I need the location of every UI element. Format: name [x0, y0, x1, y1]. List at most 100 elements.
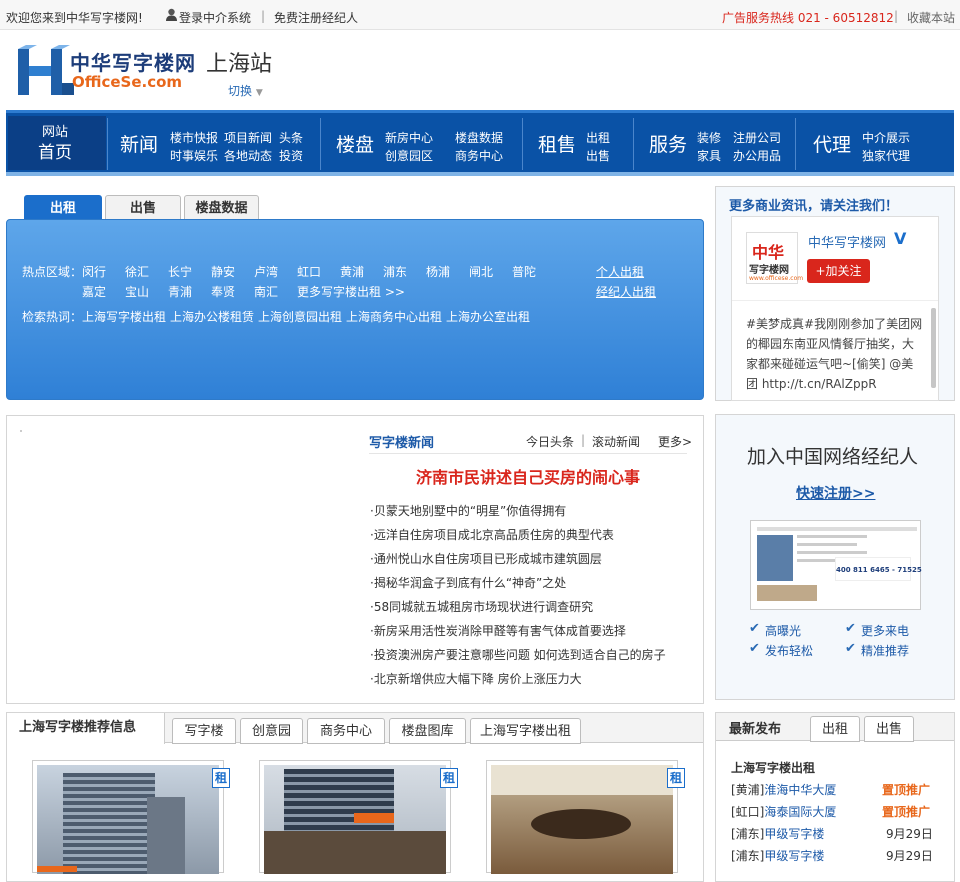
district-link[interactable]: 普陀 [512, 263, 536, 280]
follow-button[interactable]: +加关注 [807, 259, 870, 283]
latest-tab-rent[interactable]: 出租 [810, 716, 860, 742]
nav-property-link[interactable]: 楼盘数据 [455, 129, 503, 146]
user-icon [165, 8, 177, 21]
weibo-avatar[interactable]: 中华 写字楼网 www.officese.com [746, 232, 803, 284]
nav-divider [320, 118, 321, 170]
district-link[interactable]: 黄浦 [340, 263, 364, 280]
district-link[interactable]: 闸北 [469, 263, 493, 280]
district-link[interactable]: 嘉定 [82, 283, 106, 300]
nav-news-link[interactable]: 各地动态 [224, 147, 272, 164]
nav-service-link[interactable]: 注册公司 [733, 129, 781, 146]
nav-news-link[interactable]: 头条 [279, 129, 303, 146]
hot-keyword-link[interactable]: 上海创意园出租 [258, 308, 342, 325]
district-link[interactable]: 宝山 [125, 283, 149, 300]
nav-news[interactable]: 新闻 [120, 130, 158, 157]
district-link[interactable]: 长宁 [168, 263, 192, 280]
latest-name[interactable]: 淮海中华大厦 [764, 783, 836, 797]
latest-row[interactable]: [黄浦]淮海中华大厦 [731, 781, 836, 798]
latest-tab-sale[interactable]: 出售 [864, 716, 914, 742]
hot-keyword-link[interactable]: 上海办公室出租 [446, 308, 530, 325]
bookmark-link[interactable]: 收藏本站 [907, 9, 955, 26]
news-item[interactable]: ·贝蒙天地别墅中的“明星”你值得拥有 [370, 502, 566, 519]
latest-name[interactable]: 甲级写字楼 [764, 849, 824, 863]
city-switch-label[interactable]: 切换 [228, 84, 252, 98]
latest-row[interactable]: [虹口]海泰国际大厦 [731, 803, 836, 820]
nav-divider [522, 118, 523, 170]
listing-photo[interactable] [486, 760, 678, 874]
news-headline[interactable]: 济南市民讲述自己买房的闹心事 [416, 464, 640, 488]
more-rent-link[interactable]: 更多写字楼出租 >> [297, 283, 405, 300]
latest-name[interactable]: 海泰国际大厦 [764, 805, 836, 819]
nav-agent-link[interactable]: 独家代理 [862, 147, 910, 164]
nav-news-link[interactable]: 楼市快报 [170, 129, 218, 146]
agent-login-link[interactable]: 登录中介系统 [179, 9, 251, 26]
district-link[interactable]: 卢湾 [254, 263, 278, 280]
nav-service-link[interactable]: 办公用品 [733, 147, 781, 164]
district-link[interactable]: 杨浦 [426, 263, 450, 280]
divider [369, 453, 687, 454]
news-item[interactable]: ·揭秘华润盒子到底有什么“神奇”之处 [370, 574, 566, 591]
district-link[interactable]: 南汇 [254, 283, 278, 300]
nav-service-link[interactable]: 家具 [697, 147, 721, 164]
nav-service-link[interactable]: 装修 [697, 129, 721, 146]
hot-keyword-link[interactable]: 上海办公楼租赁 [170, 308, 254, 325]
news-item[interactable]: ·投资澳洲房产要注意哪些问题 如何选到适合自己的房子 [370, 646, 666, 663]
recommend-tab[interactable]: 商务中心 [307, 718, 385, 744]
recommend-tab[interactable]: 楼盘图库 [389, 718, 466, 744]
nav-home[interactable]: 网站 首页 [8, 116, 106, 170]
news-item[interactable]: ·北京新增供应大幅下降 房价上涨压力大 [370, 670, 582, 687]
weibo-scrollbar[interactable] [931, 308, 936, 388]
register-agent-link[interactable]: 免费注册经纪人 [274, 9, 358, 26]
tab-property-data[interactable]: 楼盘数据 [184, 195, 259, 221]
nav-rent[interactable]: 租售 [538, 130, 576, 157]
recommend-title: 上海写字楼推荐信息 [7, 713, 165, 744]
news-item[interactable]: ·远洋自住房项目成北京高品质住房的典型代表 [370, 526, 614, 543]
district-link[interactable]: 青浦 [168, 283, 192, 300]
hot-keyword-link[interactable]: 上海商务中心出租 [346, 308, 442, 325]
news-item[interactable]: ·通州悦山水自住房项目已形成城市建筑圆层 [370, 550, 602, 567]
quick-register-link[interactable]: 快速注册>> [796, 483, 875, 503]
nav-news-link[interactable]: 时事娱乐 [170, 147, 218, 164]
tab-sale[interactable]: 出售 [105, 195, 181, 221]
recommend-tab[interactable]: 创意园 [240, 718, 303, 744]
news-tab-headlines[interactable]: 今日头条 [526, 433, 574, 450]
city-switch[interactable]: 切换 ▼ [228, 82, 263, 99]
nav-service[interactable]: 服务 [649, 130, 687, 157]
news-tab-rolling[interactable]: 滚动新闻 [592, 433, 640, 450]
district-link[interactable]: 虹口 [297, 263, 321, 280]
listing-photo[interactable] [32, 760, 224, 874]
listing-photo[interactable] [259, 760, 451, 874]
personal-rent-link[interactable]: 个人出租 [596, 263, 644, 280]
recommend-tab[interactable]: 写字楼 [172, 718, 236, 744]
tab-rent[interactable]: 出租 [24, 195, 102, 221]
district-link[interactable]: 闵行 [82, 263, 106, 280]
district-link[interactable]: 奉贤 [211, 283, 235, 300]
nav-property-link[interactable]: 新房中心 [385, 129, 433, 146]
district-link[interactable]: 徐汇 [125, 263, 149, 280]
news-more-link[interactable]: 更多> [658, 433, 692, 450]
nav-rent-link[interactable]: 出租 [586, 129, 610, 146]
agent-rent-link[interactable]: 经纪人出租 [596, 283, 656, 300]
nav-agent-link[interactable]: 中介展示 [862, 129, 910, 146]
nav-property-link[interactable]: 商务中心 [455, 147, 503, 164]
nav-news-link[interactable]: 投资 [279, 147, 303, 164]
nav-agent[interactable]: 代理 [813, 130, 851, 157]
latest-row[interactable]: [浦东]甲级写字楼 [731, 825, 824, 842]
feature-label: 精准推荐 [861, 644, 910, 658]
nav-property-link[interactable]: 创意园区 [385, 147, 433, 164]
district-link[interactable]: 静安 [211, 263, 235, 280]
district-link[interactable]: 浦东 [383, 263, 407, 280]
recommend-tab[interactable]: 上海写字楼出租 [470, 718, 581, 744]
site-logo-icon[interactable] [16, 45, 76, 97]
latest-row[interactable]: [浦东]甲级写字楼 [731, 847, 824, 864]
weibo-account-name[interactable]: 中华写字楼网 [808, 232, 886, 251]
nav-news-link[interactable]: 项目新闻 [224, 129, 272, 146]
latest-name[interactable]: 甲级写字楼 [764, 827, 824, 841]
nav-rent-link[interactable]: 出售 [586, 147, 610, 164]
agent-page-preview: 400 811 6465 - 71525 [750, 520, 922, 610]
news-item[interactable]: ·58同城就五城租房市场现状进行调查研究 [370, 598, 593, 615]
chevron-down-icon: ▼ [255, 88, 263, 98]
nav-property[interactable]: 楼盘 [336, 130, 374, 157]
news-item[interactable]: ·新房采用活性炭消除甲醛等有害气体成首要选择 [370, 622, 626, 639]
hot-keyword-link[interactable]: 上海写字楼出租 [82, 308, 166, 325]
